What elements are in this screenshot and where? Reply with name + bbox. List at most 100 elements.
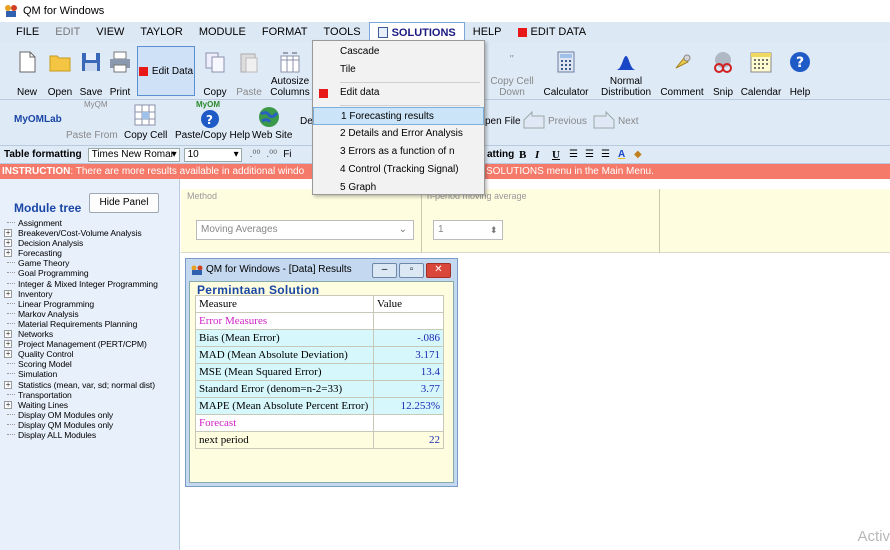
expand-plus-icon[interactable]: +: [4, 330, 12, 339]
expand-plus-icon[interactable]: +: [4, 340, 12, 349]
expand-plus-icon[interactable]: +: [4, 229, 12, 238]
tree-item[interactable]: + Quality Control: [4, 349, 158, 359]
copy-button[interactable]: Copy: [200, 46, 230, 98]
hide-panel-button[interactable]: Hide Panel: [89, 193, 159, 213]
spinner-arrows-icon[interactable]: ⬍: [490, 221, 498, 239]
font-color-icon[interactable]: A: [618, 149, 625, 160]
new-button[interactable]: New: [14, 46, 40, 98]
edit-data-button[interactable]: Edit Data: [137, 46, 195, 96]
menu-item-control-tracking-signal[interactable]: 4 Control (Tracking Signal): [313, 161, 484, 179]
calculator-button[interactable]: Calculator: [538, 46, 594, 98]
tree-item[interactable]: + Inventory: [4, 289, 158, 299]
expand-plus-icon[interactable]: +: [4, 249, 12, 258]
tree-item[interactable]: Markov Analysis: [4, 309, 158, 319]
next-button[interactable]: Next: [618, 116, 639, 127]
tree-item[interactable]: + Waiting Lines: [4, 400, 158, 410]
periods-spinner[interactable]: 1 ⬍: [433, 220, 503, 240]
save-button[interactable]: Save: [79, 46, 103, 98]
expand-plus-icon[interactable]: +: [4, 289, 12, 298]
italic-button[interactable]: I: [535, 149, 539, 161]
decimal-decrease-icon[interactable]: .⁰⁰: [266, 149, 277, 160]
open-button[interactable]: Open: [45, 46, 75, 98]
snip-button[interactable]: Snip: [709, 46, 737, 98]
de-button-fragment[interactable]: De: [300, 116, 313, 127]
menu-file[interactable]: FILE: [8, 22, 47, 42]
tree-item[interactable]: Integer & Mixed Integer Programming: [4, 279, 158, 289]
expand-plus-icon[interactable]: +: [4, 350, 12, 359]
menu-item-graph[interactable]: 5 Graph: [313, 179, 484, 197]
bold-button[interactable]: B: [519, 149, 526, 161]
autosize-columns-button[interactable]: Autosize Columns: [268, 46, 312, 98]
menu-item-details-error-analysis[interactable]: 2 Details and Error Analysis: [313, 125, 484, 143]
menu-format[interactable]: FORMAT: [254, 22, 316, 42]
fill-color-icon[interactable]: ◆: [634, 149, 642, 160]
table-row[interactable]: Standard Error (denom=n-2=33) 3.77: [195, 380, 444, 398]
tree-item[interactable]: Goal Programming: [4, 268, 158, 278]
menu-item-cascade[interactable]: Cascade: [313, 43, 484, 61]
paste-from-button[interactable]: Paste From: [66, 130, 118, 141]
print-button[interactable]: Print: [107, 46, 133, 98]
decimal-increase-icon[interactable]: .⁰⁰: [250, 149, 261, 160]
expand-plus-icon[interactable]: +: [4, 239, 12, 248]
tree-item[interactable]: Display ALL Modules: [4, 430, 158, 440]
tree-item[interactable]: + Networks: [4, 329, 158, 339]
menu-tools[interactable]: TOOLS: [316, 22, 369, 42]
tree-item[interactable]: Display QM Modules only: [4, 420, 158, 430]
menu-view[interactable]: VIEW: [88, 22, 132, 42]
previous-button[interactable]: Previous: [548, 116, 587, 127]
results-window[interactable]: QM for Windows - [Data] Results ‒ ▫ ✕ Pe…: [185, 258, 458, 487]
underline-button[interactable]: U: [552, 149, 560, 161]
menu-help[interactable]: HELP: [465, 22, 510, 42]
menu-module[interactable]: MODULE: [191, 22, 254, 42]
table-row[interactable]: Bias (Mean Error) -.086: [195, 329, 444, 347]
paste-copy-help-button[interactable]: Paste/Copy Help: [175, 130, 250, 141]
font-name-select[interactable]: Times New Romar ▾: [87, 147, 180, 162]
table-row[interactable]: MAPE (Mean Absolute Percent Error) 12.25…: [195, 397, 444, 415]
align-center-icon[interactable]: ☰: [585, 149, 594, 160]
tree-item[interactable]: + Project Management (PERT/CPM): [4, 339, 158, 349]
tree-item[interactable]: Display OM Modules only: [4, 410, 158, 420]
menu-edit-data[interactable]: EDIT DATA: [510, 22, 595, 42]
tree-item[interactable]: Scoring Model: [4, 359, 158, 369]
align-left-icon[interactable]: ☰: [569, 149, 578, 160]
menu-item-forecasting-results[interactable]: 1 Forecasting results: [313, 107, 484, 125]
menu-item-tile[interactable]: Tile: [313, 61, 484, 79]
close-button[interactable]: ✕: [426, 263, 451, 278]
tree-item[interactable]: Transportation: [4, 390, 158, 400]
font-size-select[interactable]: 10 ▾: [183, 147, 242, 162]
web-site-button[interactable]: Web Site: [252, 130, 292, 141]
open-file-button[interactable]: pen File: [485, 116, 521, 127]
restore-button[interactable]: ▫: [399, 263, 424, 278]
menu-edit[interactable]: EDIT: [47, 22, 88, 42]
minimize-button[interactable]: ‒: [372, 263, 397, 278]
tree-item[interactable]: + Forecasting: [4, 248, 158, 258]
tree-item[interactable]: Game Theory: [4, 258, 158, 268]
align-right-icon[interactable]: ☰: [601, 149, 610, 160]
tree-item[interactable]: + Breakeven/Cost-Volume Analysis: [4, 228, 158, 238]
paste-button[interactable]: Paste: [233, 46, 265, 98]
menu-item-edit-data[interactable]: Edit data: [313, 84, 484, 102]
expand-plus-icon[interactable]: +: [4, 400, 12, 409]
myomlab-button[interactable]: MyOMLab: [14, 114, 62, 125]
fix-button-fragment[interactable]: Fi: [283, 149, 291, 160]
table-row[interactable]: MAD (Mean Absolute Deviation) 3.171: [195, 346, 444, 364]
calendar-button[interactable]: Calendar: [740, 46, 782, 98]
expand-plus-icon[interactable]: +: [4, 380, 12, 389]
copy-cell-down-button[interactable]: ” Copy Cell Down: [490, 46, 534, 98]
normal-distribution-button[interactable]: Normal Distribution: [598, 46, 654, 98]
help-button[interactable]: ? Help: [788, 46, 812, 98]
menu-item-errors-function-n[interactable]: 3 Errors as a function of n: [313, 143, 484, 161]
table-row[interactable]: next period 22: [195, 431, 444, 449]
menu-taylor[interactable]: TAYLOR: [132, 22, 190, 42]
copy-cell-button[interactable]: Copy Cell: [124, 130, 167, 141]
menu-solutions[interactable]: SOLUTIONS: [368, 22, 465, 42]
comment-button[interactable]: Comment: [657, 46, 707, 98]
tree-item[interactable]: Assignment: [4, 218, 158, 228]
tree-item[interactable]: Material Requirements Planning: [4, 319, 158, 329]
tree-item[interactable]: Simulation: [4, 369, 158, 379]
tree-item[interactable]: + Decision Analysis: [4, 238, 158, 248]
tree-item[interactable]: Linear Programming: [4, 299, 158, 309]
method-select[interactable]: Moving Averages ⌄: [196, 220, 414, 240]
tree-item[interactable]: + Statistics (mean, var, sd; normal dist): [4, 380, 158, 390]
table-row[interactable]: MSE (Mean Squared Error) 13.4: [195, 363, 444, 381]
